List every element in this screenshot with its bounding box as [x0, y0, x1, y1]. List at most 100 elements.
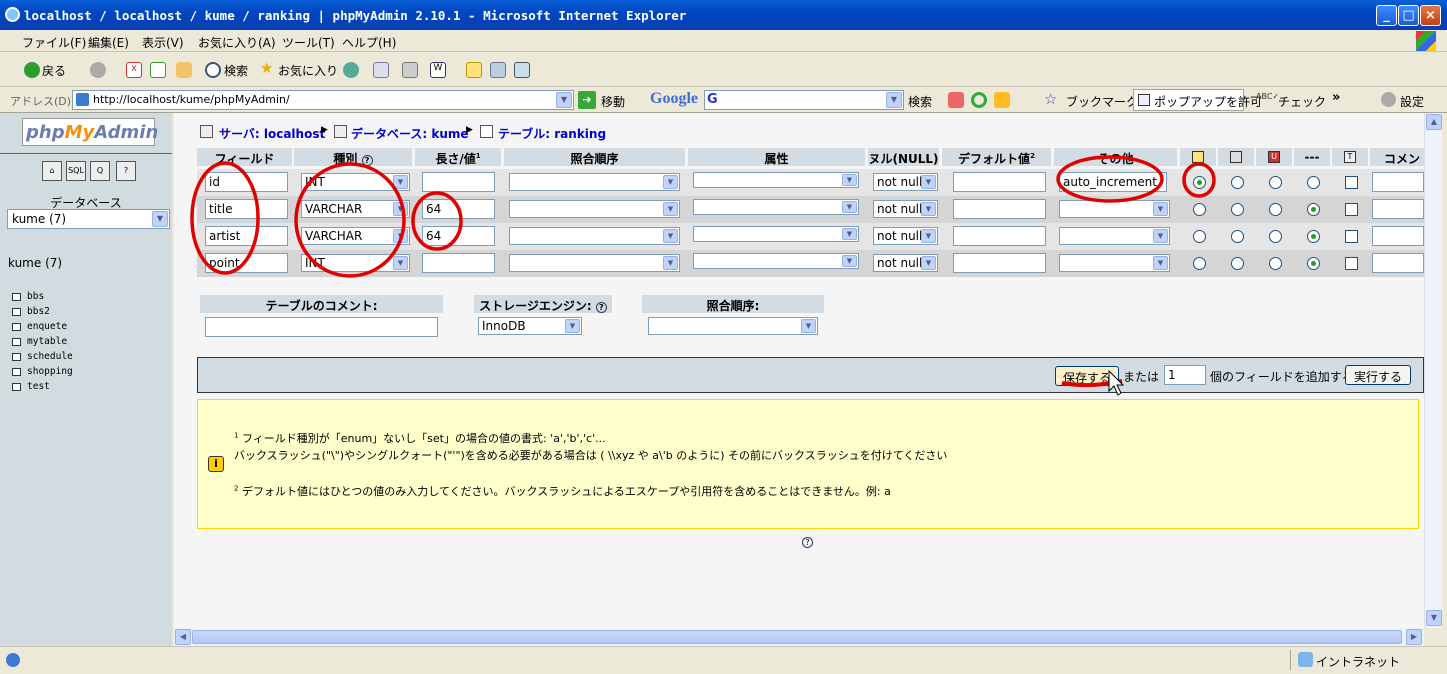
breadcrumb-database[interactable]: データベース: kume	[351, 125, 469, 142]
extra-select[interactable]: ▼	[1059, 200, 1170, 218]
radio-primary[interactable]	[1193, 257, 1206, 270]
field-name-input[interactable]: artist	[205, 226, 288, 246]
table-link-enquete[interactable]: enquete	[12, 321, 67, 332]
radio-none[interactable]	[1307, 176, 1320, 189]
add-field-count-input[interactable]: 1	[1164, 365, 1206, 385]
table-collation-select[interactable]: ▼	[648, 317, 818, 335]
phpmyadmin-logo[interactable]: phpMyAdmin	[22, 118, 158, 146]
length-input[interactable]: 64	[422, 226, 495, 246]
close-button[interactable]: ×	[1420, 5, 1441, 26]
comment-input[interactable]	[1372, 172, 1424, 192]
menu-file[interactable]: ファイル(F)	[22, 34, 86, 51]
comment-input[interactable]	[1372, 253, 1424, 273]
default-input[interactable]	[953, 172, 1046, 192]
menu-edit[interactable]: 編集(E)	[88, 34, 129, 51]
type-select[interactable]: INT ▼	[301, 173, 410, 191]
table-link-bbs2[interactable]: bbs2	[12, 306, 50, 317]
length-input[interactable]	[422, 253, 495, 273]
fulltext-checkbox[interactable]	[1345, 176, 1358, 189]
table-link-test[interactable]: test	[12, 381, 50, 392]
scroll-left-icon[interactable]: ◀	[175, 629, 191, 645]
null-select[interactable]: not null ▼	[873, 227, 938, 245]
radio-primary[interactable]	[1193, 176, 1206, 189]
refresh-icon[interactable]	[150, 62, 166, 78]
length-input[interactable]: 64	[422, 199, 495, 219]
null-select[interactable]: not null ▼	[873, 173, 938, 191]
spellcheck-button[interactable]: ABC✓ チェック	[1256, 92, 1326, 110]
save-button[interactable]: 保存する	[1055, 366, 1119, 386]
back-button[interactable]: 戻る	[42, 62, 66, 79]
radio-unique[interactable]	[1269, 230, 1282, 243]
help-icon[interactable]: ?	[595, 302, 607, 313]
address-dropdown-arrow[interactable]: ▼	[556, 92, 572, 108]
mail-icon[interactable]	[373, 62, 389, 78]
radio-index[interactable]	[1231, 176, 1244, 189]
collation-select[interactable]: ▼	[509, 200, 680, 218]
scroll-right-icon[interactable]: ▶	[1406, 629, 1422, 645]
vertical-scrollbar[interactable]: ▲ ▼	[1424, 113, 1442, 628]
highlight-icon[interactable]	[994, 92, 1010, 108]
home-icon[interactable]: ⌂	[42, 161, 62, 181]
current-database-link[interactable]: kume (7)	[8, 256, 62, 270]
radio-primary[interactable]	[1193, 230, 1206, 243]
storage-engine-select[interactable]: InnoDB ▼	[478, 317, 582, 335]
attribute-select[interactable]: ▼	[693, 253, 859, 269]
field-name-input[interactable]: id	[205, 172, 288, 192]
scroll-up-icon[interactable]: ▲	[1426, 114, 1442, 130]
word-icon[interactable]: W	[430, 62, 446, 78]
help-icon[interactable]: ?	[802, 537, 813, 548]
collation-select[interactable]: ▼	[509, 173, 680, 191]
radio-primary[interactable]	[1193, 203, 1206, 216]
more-chevron-icon[interactable]: »	[1332, 90, 1340, 105]
radio-index[interactable]	[1231, 257, 1244, 270]
radio-index[interactable]	[1231, 230, 1244, 243]
address-input[interactable]: http://localhost/kume/phpMyAdmin/ ▼	[72, 90, 574, 110]
menu-help[interactable]: ヘルプ(H)	[342, 34, 396, 51]
fulltext-checkbox[interactable]	[1345, 230, 1358, 243]
attribute-select[interactable]: ▼	[693, 226, 859, 242]
stop-icon[interactable]: x	[126, 62, 142, 78]
star-icon[interactable]: ★	[260, 59, 276, 77]
radio-none[interactable]	[1307, 203, 1320, 216]
sql-query-icon[interactable]: SQL	[66, 161, 86, 181]
default-input[interactable]	[953, 199, 1046, 219]
back-arrow-icon[interactable]	[24, 62, 40, 78]
search-button[interactable]: 検索	[224, 62, 248, 79]
fulltext-checkbox[interactable]	[1345, 257, 1358, 270]
extra-select[interactable]: ▼	[1059, 254, 1170, 272]
messenger-icon[interactable]	[514, 62, 530, 78]
radio-unique[interactable]	[1269, 203, 1282, 216]
field-name-input[interactable]: title	[205, 199, 288, 219]
menu-view[interactable]: 表示(V)	[142, 34, 184, 51]
collation-select[interactable]: ▼	[509, 254, 680, 272]
comment-input[interactable]	[1372, 226, 1424, 246]
maximize-button[interactable]: □	[1398, 5, 1419, 26]
search-icon[interactable]	[205, 62, 221, 78]
database-dropdown-arrow[interactable]: ▼	[152, 211, 168, 227]
google-dropdown-arrow[interactable]: ▼	[886, 92, 902, 108]
history-icon[interactable]	[343, 62, 359, 78]
table-link-bbs[interactable]: bbs	[12, 291, 44, 302]
radio-unique[interactable]	[1269, 176, 1282, 189]
go-arrow-icon[interactable]: ➔	[578, 91, 596, 109]
bookmarks-button[interactable]: ブックマーク	[1066, 93, 1138, 110]
type-select[interactable]: VARCHAR ▼	[301, 200, 410, 218]
table-link-shopping[interactable]: shopping	[12, 366, 73, 377]
execute-button[interactable]: 実行する	[1345, 365, 1411, 385]
collation-select[interactable]: ▼	[509, 227, 680, 245]
null-select[interactable]: not null ▼	[873, 200, 938, 218]
settings-gear-icon[interactable]	[1381, 92, 1396, 107]
radio-index[interactable]	[1231, 203, 1244, 216]
go-button[interactable]: 移動	[601, 93, 625, 110]
settings-button[interactable]: 設定	[1400, 93, 1424, 110]
scroll-down-icon[interactable]: ▼	[1426, 610, 1442, 626]
bookmark-star-icon[interactable]: ☆	[1044, 90, 1057, 108]
research-icon[interactable]	[490, 62, 506, 78]
horizontal-scrollbar[interactable]: ◀ ▶	[174, 628, 1424, 646]
default-input[interactable]	[953, 253, 1046, 273]
table-comment-input[interactable]	[205, 317, 438, 337]
breadcrumb-server[interactable]: サーバ: localhost	[219, 125, 325, 142]
home-icon[interactable]	[176, 62, 192, 78]
google-search-button[interactable]: 検索	[908, 93, 932, 110]
field-name-input[interactable]: point	[205, 253, 288, 273]
